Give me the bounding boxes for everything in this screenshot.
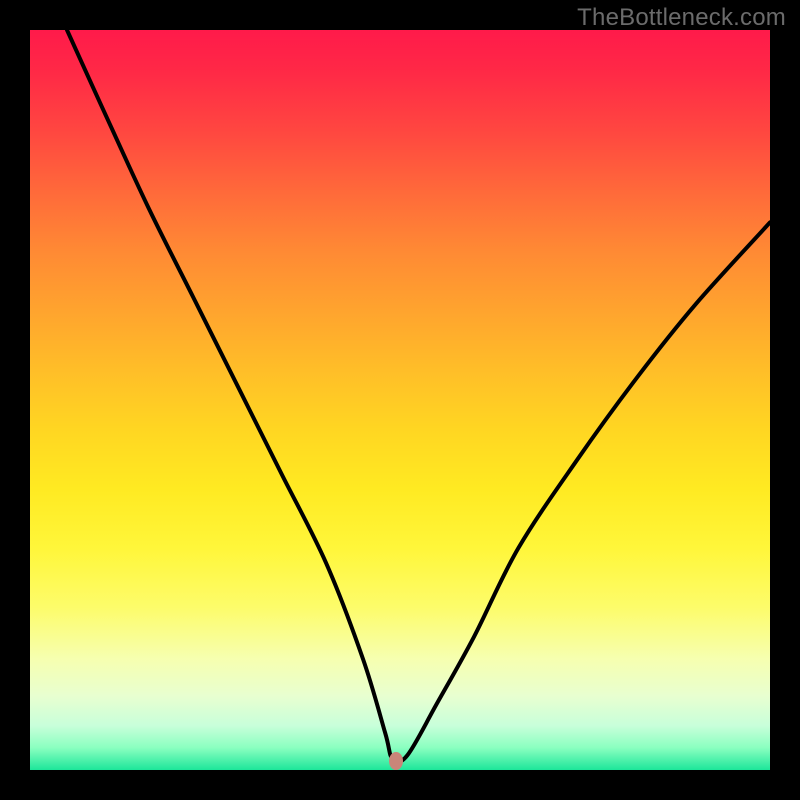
plot-area xyxy=(30,30,770,770)
chart-container: TheBottleneck.com xyxy=(0,0,800,800)
watermark-text: TheBottleneck.com xyxy=(577,4,786,32)
heat-gradient-background xyxy=(30,30,770,770)
minimum-marker xyxy=(389,752,403,770)
